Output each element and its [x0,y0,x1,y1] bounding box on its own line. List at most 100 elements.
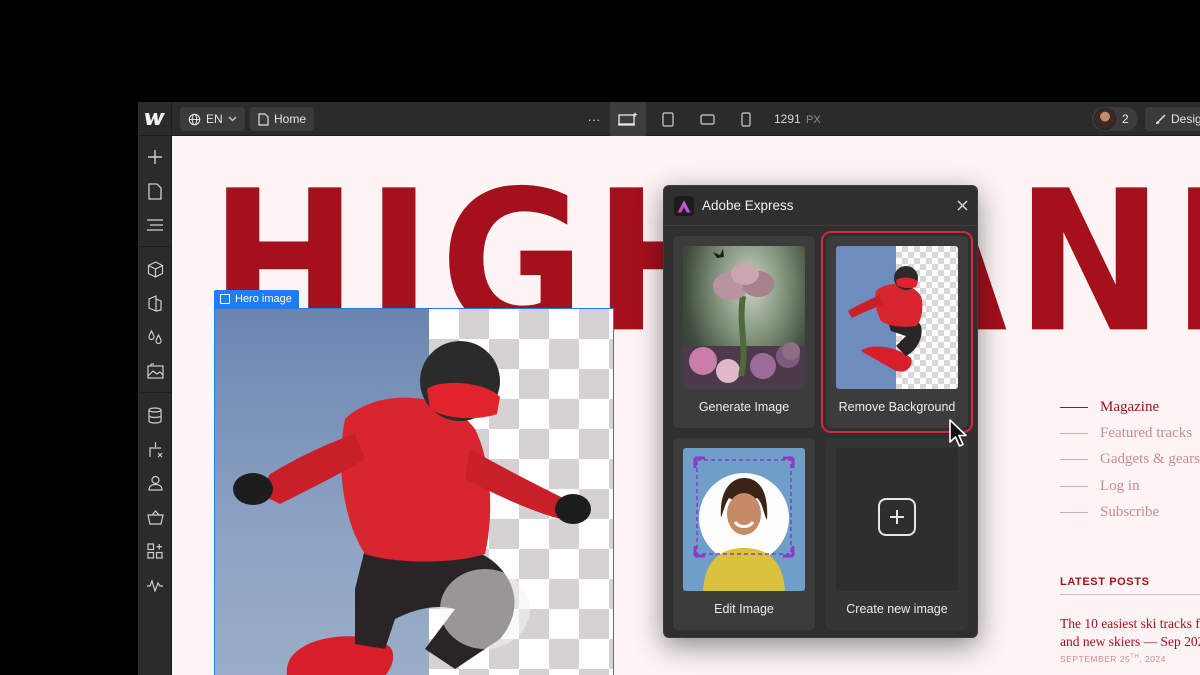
edit-image-label: Edit Image [714,602,774,616]
nav-dash [1060,511,1088,513]
globe-icon [188,113,201,126]
database-icon [148,406,162,424]
canvas-width-readout: 1291 PX [774,112,821,126]
sidebar-insights-button[interactable] [138,568,172,602]
page-selector[interactable]: Home [250,107,315,131]
nav-item-magazine[interactable]: Magazine [1060,394,1200,420]
tablet-icon [662,111,674,127]
plus-icon [147,149,163,165]
remove-background-thumbnail [836,246,958,389]
mobile-portrait-breakpoint-button[interactable] [728,102,764,136]
tablet-breakpoint-button[interactable] [650,102,686,136]
nav-item-gadgets-gears[interactable]: Gadgets & gears [1060,447,1200,473]
panel-header: Adobe Express [664,186,977,226]
nav-item-label: Gadgets & gears [1100,451,1200,468]
droplets-icon [147,329,163,345]
divider [1060,594,1200,595]
panel-title: Adobe Express [702,198,794,213]
more-options-button[interactable]: ··· [576,102,612,136]
post-title-line-1: The 10 easiest ski tracks for [1060,616,1200,631]
sidebar-variables-button[interactable] [138,320,172,354]
generate-image-thumbnail [683,246,805,389]
post-title[interactable]: The 10 easiest ski tracks for and new sk… [1060,615,1200,651]
design-label: Design [1171,112,1200,126]
language-selector[interactable]: EN [180,107,245,131]
mobile-landscape-breakpoint-button[interactable] [689,102,725,136]
desktop-breakpoint-button[interactable] [610,102,646,136]
cube-icon [147,260,164,278]
collaborators[interactable]: 2 [1092,107,1138,131]
hero-image[interactable] [214,308,614,675]
sidebar-components-button[interactable] [138,252,172,286]
page-icon [258,112,269,126]
desktop-star-icon [618,112,638,126]
sidebar-styles-button[interactable] [138,286,172,320]
sidebar-navigator-button[interactable] [138,208,172,242]
remove-background-card[interactable]: Remove Background [821,231,973,433]
edit-image-card[interactable]: Edit Image [673,438,815,630]
hero-image-selection-label[interactable]: Hero image [214,290,299,308]
navigator-icon [146,219,164,231]
top-toolbar: EN Home ··· 1291 PX 2 Desig [138,102,1200,136]
sidebar-add-button[interactable] [138,140,172,174]
sidebar-assets-button[interactable] [138,354,172,388]
generate-image-label: Generate Image [698,400,790,414]
post-date-suffix: TH [1130,654,1140,661]
mobile-landscape-icon [699,113,715,125]
image-icon [146,363,164,379]
nav-item-label: Log in [1100,477,1140,494]
mouse-cursor-icon [948,418,972,450]
styles-icon [147,294,163,312]
collaborators-count: 2 [1122,112,1129,126]
sidebar-cms-button[interactable] [138,398,172,432]
post-date-year: , 2024 [1139,654,1166,664]
sidebar-ecommerce-button[interactable] [138,500,172,534]
post-date: SEPTEMBER 25TH, 2024 [1060,654,1200,664]
edit-image-thumbnail [683,448,805,591]
sidebar-users-button[interactable] [138,466,172,500]
brush-icon [1155,113,1166,125]
basket-icon [146,509,164,525]
sidebar-logic-button[interactable] [138,432,172,466]
nav-item-label: Featured tracks [1100,424,1193,441]
image-element-icon [220,294,230,304]
create-new-image-card[interactable]: Create new image [826,438,968,630]
post-title-line-2: and new skiers — Sep 2024 [1060,634,1200,649]
nav-item-label: Subscribe [1100,503,1160,520]
nav-item-subscribe[interactable]: Subscribe [1060,499,1200,525]
page-icon [148,182,162,200]
post-date-main: SEPTEMBER 25 [1060,654,1131,664]
nav-dash [1060,432,1088,434]
webflow-logo-icon[interactable] [138,102,172,136]
page-label: Home [274,112,307,126]
sidebar-apps-button[interactable] [138,534,172,568]
activity-icon [146,578,164,592]
left-sidebar [138,136,172,675]
adobe-express-panel: Adobe Express Generate Image Remove Back… [663,185,978,638]
canvas-width-unit: PX [806,114,821,126]
close-icon [957,200,968,211]
apps-grid-icon [147,543,163,559]
design-mode-button[interactable]: Design [1145,107,1200,131]
canvas-width-value: 1291 [774,112,801,126]
nav-dash [1060,406,1088,408]
nav-dash [1060,485,1088,487]
latest-posts-heading: LATEST POSTS [1060,576,1150,588]
snowboarder-illustration [233,341,591,675]
generate-image-card[interactable]: Generate Image [673,236,815,428]
nav-dash [1060,459,1088,461]
close-panel-button[interactable] [953,196,971,214]
sidebar-pages-button[interactable] [138,174,172,208]
latest-posts: LATEST POSTS The 10 easiest ski tracks f… [1060,576,1200,664]
adobe-express-logo-icon [674,196,694,216]
mobile-portrait-icon [741,111,751,127]
chevron-down-icon [228,116,237,122]
nav-item-featured-tracks[interactable]: Featured tracks [1060,420,1200,446]
logic-flow-icon [147,441,164,458]
plus-square-icon [878,498,916,536]
nav-item-log-in[interactable]: Log in [1060,473,1200,499]
nav-item-label: Magazine [1100,398,1160,415]
remove-background-label: Remove Background [838,400,956,414]
user-icon [147,475,163,491]
hero-image-label-text: Hero image [235,293,292,305]
